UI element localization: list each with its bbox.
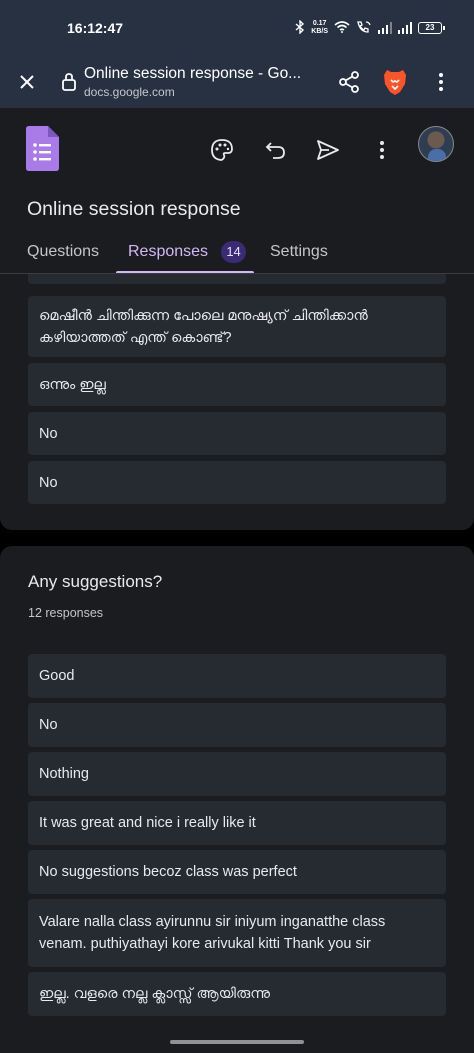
forms-header: Online session response Questions Respon… bbox=[0, 108, 474, 274]
lock-icon bbox=[54, 72, 84, 92]
send-icon[interactable] bbox=[314, 136, 342, 164]
response-item: No bbox=[28, 412, 446, 455]
browser-actions bbox=[326, 62, 474, 102]
page-title: Online session response - Go... bbox=[84, 65, 302, 82]
signal-icon-2 bbox=[398, 22, 412, 34]
forms-toolbar bbox=[0, 126, 474, 176]
status-icons: 0.17 KB/S 23 bbox=[295, 18, 445, 37]
response-item: No bbox=[28, 461, 446, 504]
brave-lion-icon[interactable] bbox=[372, 62, 418, 102]
form-title: Online session response bbox=[27, 198, 241, 220]
response-item: Valare nalla class ayirunnu sir iniyum i… bbox=[28, 899, 446, 967]
palette-icon[interactable] bbox=[208, 136, 236, 164]
signal-icon-1 bbox=[378, 22, 392, 34]
question-card-suggestions: Any suggestions? 12 responses Good No No… bbox=[0, 546, 474, 1016]
response-item: Nothing bbox=[28, 752, 446, 796]
url-domain: docs.google.com bbox=[84, 85, 175, 99]
tab-settings[interactable]: Settings bbox=[270, 234, 328, 274]
response-item-clipped bbox=[28, 274, 446, 284]
share-icon[interactable] bbox=[326, 62, 372, 102]
bluetooth-icon bbox=[295, 18, 305, 37]
response-item: No suggestions becoz class was perfect bbox=[28, 850, 446, 894]
response-item: ഇല്ല. വളരെ നല്ല ക്ലാസ്സ് ആയിരുന്നു bbox=[28, 972, 446, 1016]
browser-toolbar: Online session response - Go... docs.goo… bbox=[0, 56, 474, 108]
gesture-nav-bar bbox=[0, 1016, 474, 1053]
status-bar: 16:12:47 0.17 KB/S 23 bbox=[0, 0, 474, 56]
network-speed: 0.17 KB/S bbox=[311, 20, 328, 35]
more-vert-icon[interactable] bbox=[368, 136, 396, 164]
responses-count-badge: 14 bbox=[221, 241, 247, 263]
question-card-previous: മെഷീൻ ചിന്തിക്കുന്ന പോലെ മനുഷ്യന് ചിന്തി… bbox=[0, 274, 474, 530]
wifi-calling-icon bbox=[356, 20, 372, 37]
avatar[interactable] bbox=[418, 126, 454, 162]
response-item: It was great and nice i really like it bbox=[28, 801, 446, 845]
battery-icon: 23 bbox=[418, 22, 445, 34]
more-vert-icon[interactable] bbox=[418, 62, 464, 102]
url-block[interactable]: Online session response - Go... docs.goo… bbox=[84, 65, 312, 99]
response-item: മെഷീൻ ചിന്തിക്കുന്ന പോലെ മനുഷ്യന് ചിന്തി… bbox=[28, 296, 446, 357]
close-icon[interactable] bbox=[0, 56, 54, 108]
wifi-icon bbox=[334, 20, 350, 36]
response-count: 12 responses bbox=[28, 606, 104, 620]
response-item: ഒന്നും ഇല്ല bbox=[28, 363, 446, 406]
status-time: 16:12:47 bbox=[67, 20, 124, 36]
undo-icon[interactable] bbox=[262, 136, 290, 164]
form-tabs: Questions Responses 14 Settings bbox=[0, 234, 474, 274]
home-indicator[interactable] bbox=[170, 1040, 304, 1044]
response-item: No bbox=[28, 703, 446, 747]
response-item: Good bbox=[28, 654, 446, 698]
tab-questions[interactable]: Questions bbox=[27, 234, 99, 274]
tab-responses[interactable]: Responses 14 bbox=[116, 234, 254, 274]
question-title: Any suggestions? bbox=[28, 572, 163, 591]
google-forms-logo[interactable] bbox=[26, 126, 59, 171]
